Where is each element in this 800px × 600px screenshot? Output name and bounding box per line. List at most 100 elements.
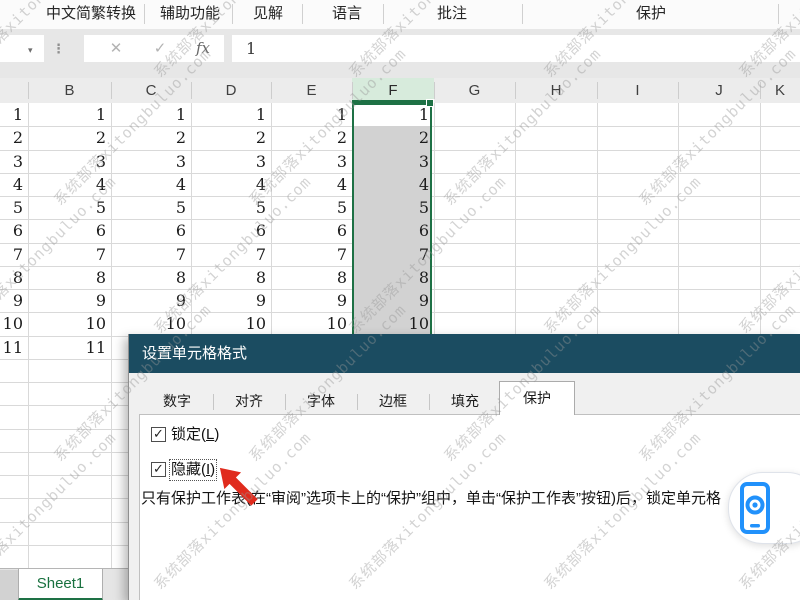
column-header-H[interactable]: H [515, 78, 597, 103]
cell-E3[interactable]: 3 [294, 150, 352, 173]
tab-字体[interactable]: 字体 [285, 387, 357, 415]
cell-F9[interactable]: 9 [376, 289, 434, 312]
red-arrow-annotation [219, 466, 259, 508]
cell-C4[interactable]: 4 [133, 173, 191, 196]
cell-C9[interactable]: 9 [133, 289, 191, 312]
cell-C10[interactable]: 10 [133, 312, 191, 335]
cell-C8[interactable]: 8 [133, 266, 191, 289]
cell-F2[interactable]: 2 [376, 126, 434, 149]
cell-A4[interactable]: 4 [0, 173, 28, 196]
cell-E1[interactable]: 1 [294, 103, 352, 126]
cell-D3[interactable]: 3 [213, 150, 271, 173]
cell-D7[interactable]: 7 [213, 243, 271, 266]
name-box-dropdown-icon[interactable]: ▾ [28, 45, 33, 56]
cell-A7[interactable]: 7 [0, 243, 28, 266]
selection-corner-handle[interactable] [426, 99, 434, 107]
assistant-bubble[interactable] [728, 472, 800, 544]
cell-D5[interactable]: 5 [213, 196, 271, 219]
cell-D10[interactable]: 10 [213, 312, 271, 335]
cell-D8[interactable]: 8 [213, 266, 271, 289]
cell-E10[interactable]: 10 [294, 312, 352, 335]
cell-C5[interactable]: 5 [133, 196, 191, 219]
formula-input[interactable]: 1 [232, 35, 800, 62]
cell-B10[interactable]: 10 [53, 312, 111, 335]
cell-F8[interactable]: 8 [376, 266, 434, 289]
checkbox-锁定[interactable]: ✓ [151, 427, 166, 442]
cell-E5[interactable]: 5 [294, 196, 352, 219]
formula-bar-options-icon[interactable]: ⋮ [52, 35, 65, 62]
cell-E6[interactable]: 6 [294, 219, 352, 242]
checkbox-label-锁定[interactable]: 锁定(L) [171, 426, 219, 444]
cell-C1[interactable]: 1 [133, 103, 191, 126]
column-header-F[interactable]: F [352, 78, 434, 103]
column-header-J[interactable]: J [678, 78, 760, 103]
ribbon-group-2[interactable]: 辅助功能 [160, 0, 220, 28]
cell-D4[interactable]: 4 [213, 173, 271, 196]
insert-function-icon[interactable]: fx [184, 35, 222, 62]
cancel-icon[interactable]: ✕ [96, 35, 136, 62]
cell-D2[interactable]: 2 [213, 126, 271, 149]
cell-B2[interactable]: 2 [53, 126, 111, 149]
column-header-G[interactable]: G [434, 78, 515, 103]
cell-B3[interactable]: 3 [53, 150, 111, 173]
cell-C3[interactable]: 3 [133, 150, 191, 173]
checkbox-隐藏[interactable]: ✓ [151, 462, 166, 477]
dialog-titlebar[interactable]: 设置单元格格式 [129, 334, 800, 373]
cell-F6[interactable]: 6 [376, 219, 434, 242]
cell-A1[interactable]: 1 [0, 103, 28, 126]
cell-C2[interactable]: 2 [133, 126, 191, 149]
column-header-E[interactable]: E [271, 78, 352, 103]
cell-D1[interactable]: 1 [213, 103, 271, 126]
cell-E9[interactable]: 9 [294, 289, 352, 312]
cell-B6[interactable]: 6 [53, 219, 111, 242]
name-box[interactable]: ▾ [0, 35, 44, 62]
column-header-C[interactable]: C [111, 78, 191, 103]
cell-C6[interactable]: 6 [133, 219, 191, 242]
cell-F4[interactable]: 4 [376, 173, 434, 196]
tab-数字[interactable]: 数字 [141, 387, 213, 415]
cell-E7[interactable]: 7 [294, 243, 352, 266]
ribbon-group-4[interactable]: 语言 [332, 0, 362, 28]
cell-D6[interactable]: 6 [213, 219, 271, 242]
cell-A6[interactable]: 6 [0, 219, 28, 242]
cell-F7[interactable]: 7 [376, 243, 434, 266]
sheet-tab-sheet1[interactable]: Sheet1 [18, 569, 103, 600]
tab-对齐[interactable]: 对齐 [213, 387, 285, 415]
cell-B11[interactable]: 11 [53, 336, 111, 359]
enter-icon[interactable]: ✓ [140, 35, 180, 62]
ribbon-group-5[interactable]: 批注 [437, 0, 467, 28]
column-header-D[interactable]: D [191, 78, 271, 103]
cell-A9[interactable]: 9 [0, 289, 28, 312]
cell-A11[interactable]: 11 [0, 336, 28, 359]
cell-A5[interactable]: 5 [0, 196, 28, 219]
cell-F3[interactable]: 3 [376, 150, 434, 173]
cell-E8[interactable]: 8 [294, 266, 352, 289]
column-header-I[interactable]: I [597, 78, 678, 103]
excel-window: 中文简繁转换辅助功能见解语言批注保护 ▾ ⋮ ✕ ✓ fx 1 BCDEFGHI… [0, 0, 800, 600]
ribbon-group-3[interactable]: 见解 [253, 0, 283, 28]
cell-F5[interactable]: 5 [376, 196, 434, 219]
column-header-K[interactable]: K [760, 78, 800, 103]
tab-填充[interactable]: 填充 [429, 387, 501, 415]
cell-D9[interactable]: 9 [213, 289, 271, 312]
cell-B8[interactable]: 8 [53, 266, 111, 289]
column-header-B[interactable]: B [28, 78, 111, 103]
cell-B5[interactable]: 5 [53, 196, 111, 219]
tab-保护[interactable]: 保护 [499, 381, 575, 415]
cell-F10[interactable]: 10 [376, 312, 434, 335]
cell-A10[interactable]: 10 [0, 312, 28, 335]
cell-B9[interactable]: 9 [53, 289, 111, 312]
cell-B7[interactable]: 7 [53, 243, 111, 266]
cell-A2[interactable]: 2 [0, 126, 28, 149]
cell-A3[interactable]: 3 [0, 150, 28, 173]
cell-B4[interactable]: 4 [53, 173, 111, 196]
cell-A8[interactable]: 8 [0, 266, 28, 289]
cell-E4[interactable]: 4 [294, 173, 352, 196]
cell-E2[interactable]: 2 [294, 126, 352, 149]
ribbon-group-1[interactable]: 中文简繁转换 [46, 0, 136, 28]
cell-C7[interactable]: 7 [133, 243, 191, 266]
tab-边框[interactable]: 边框 [357, 387, 429, 415]
checkbox-label-隐藏[interactable]: 隐藏(I) [171, 461, 215, 479]
cell-B1[interactable]: 1 [53, 103, 111, 126]
ribbon-group-6[interactable]: 保护 [636, 0, 666, 28]
